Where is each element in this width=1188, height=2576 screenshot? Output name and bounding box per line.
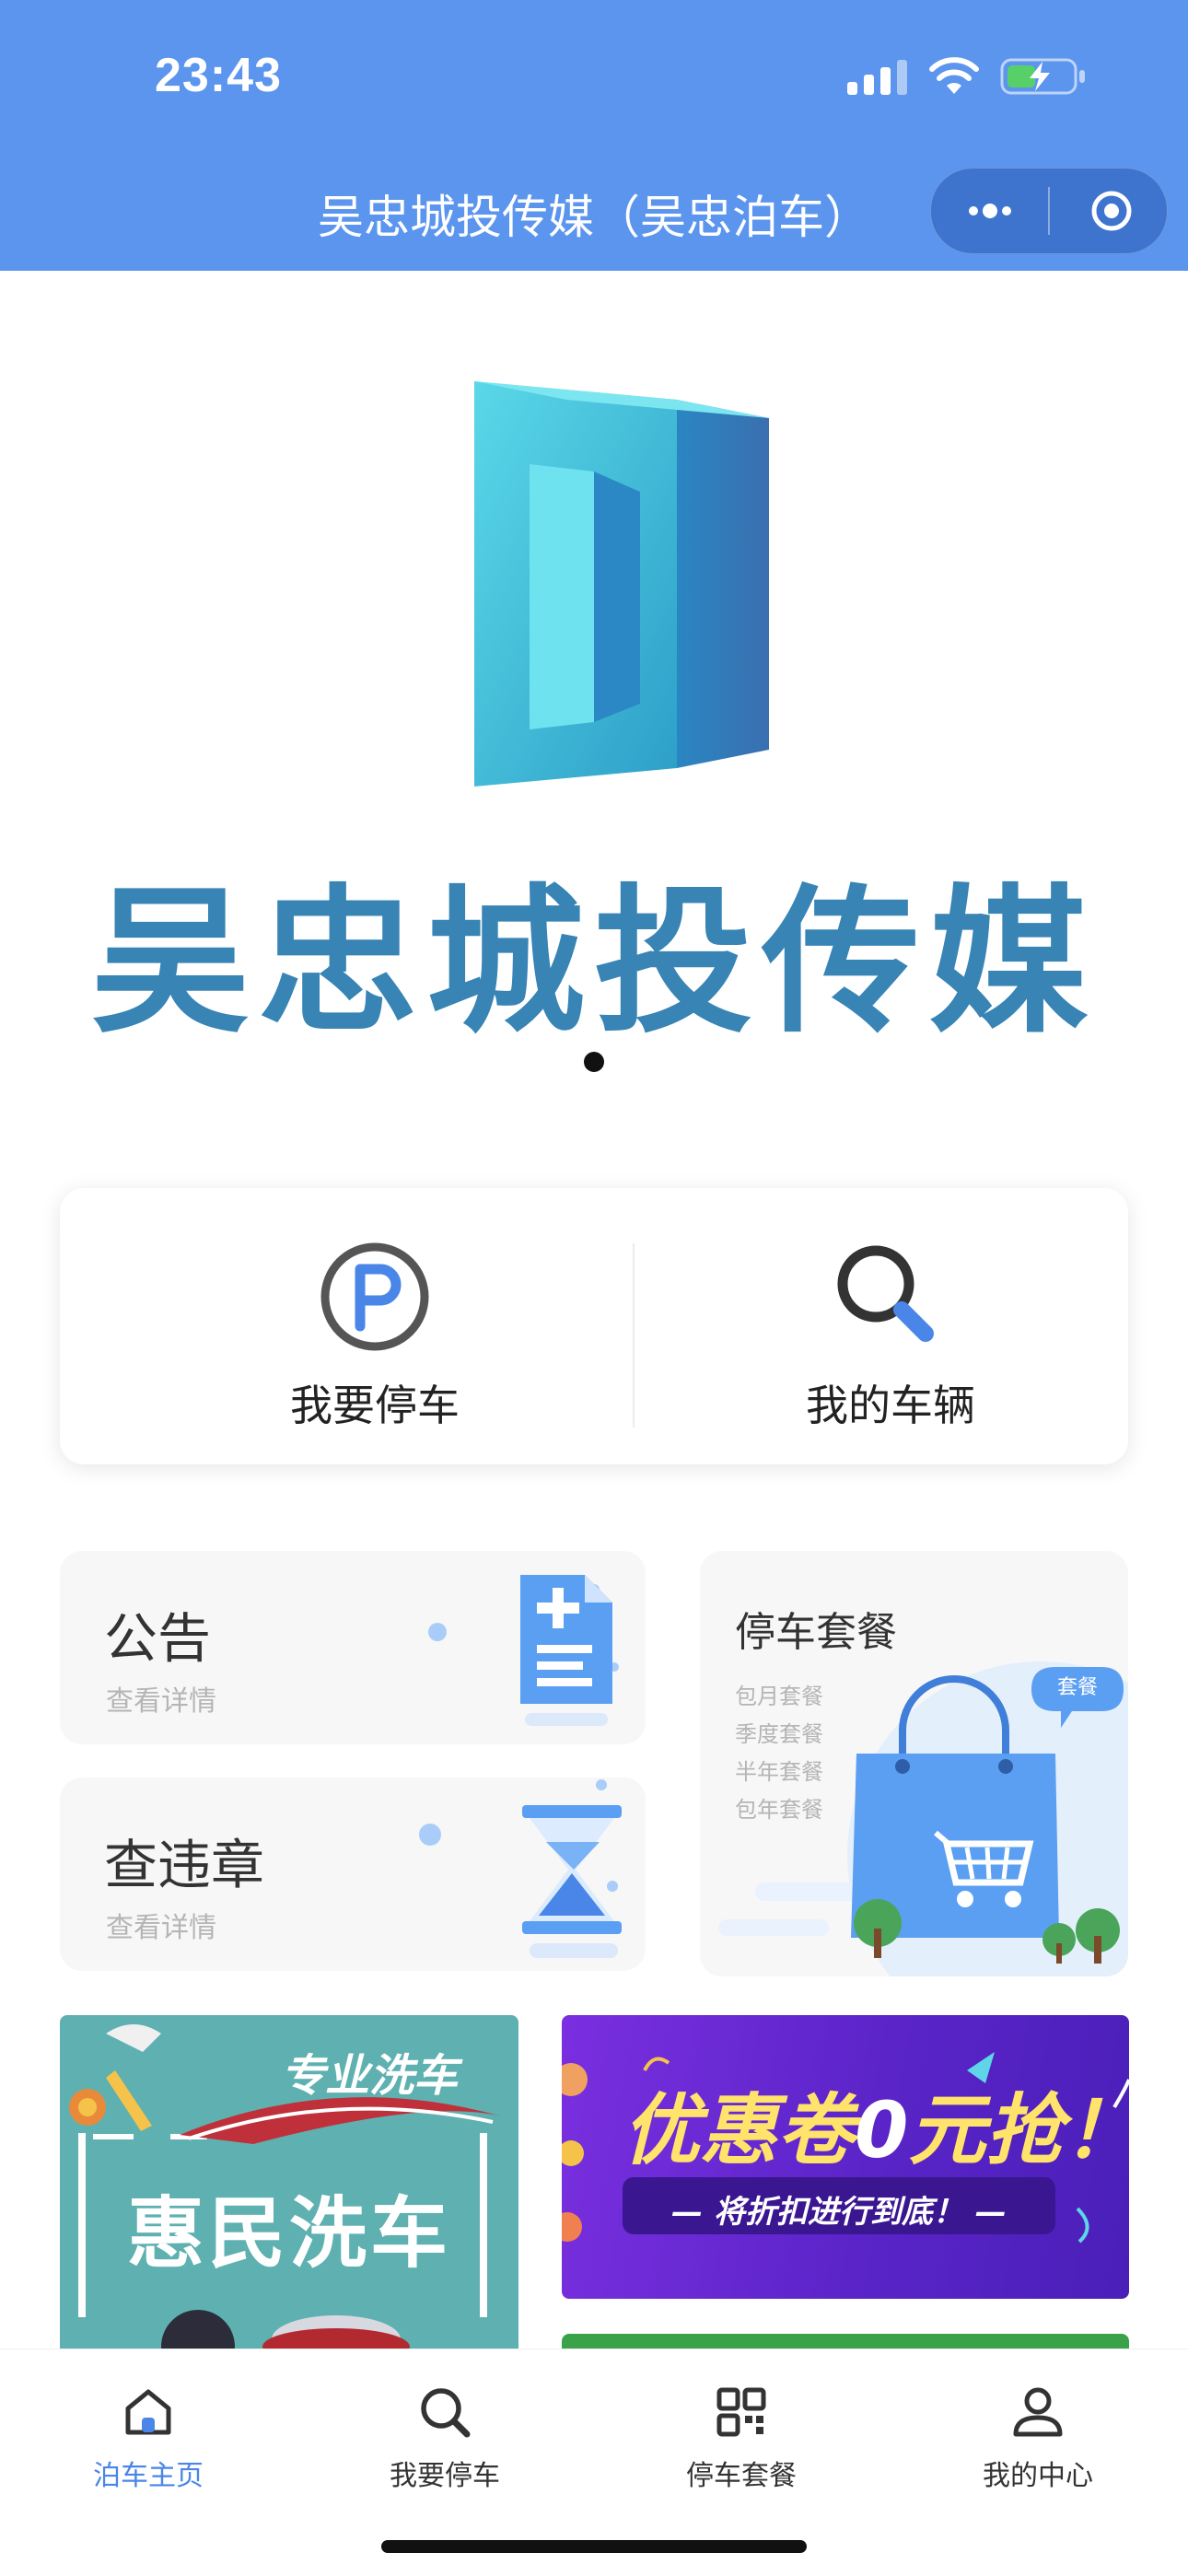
parking-p-icon [320, 1242, 429, 1351]
tab-packages-label: 停车套餐 [686, 2460, 797, 2492]
mini-program-capsule [930, 168, 1168, 254]
home-indicator[interactable] [381, 2540, 807, 2553]
tab-profile-label: 我的中心 [983, 2460, 1093, 2492]
search-icon [421, 2388, 471, 2438]
coupon-title-b: 0 [855, 2085, 909, 2175]
more-dots-icon[interactable] [964, 192, 1016, 229]
signal-icon [847, 60, 907, 95]
package-badge: 套餐 [1056, 1676, 1098, 1699]
3d-d-logo-icon [474, 381, 769, 787]
coupon-title-c: 元抢！ [908, 2085, 1129, 2175]
coupon-title-a: 优惠卷 [623, 2085, 856, 2175]
tile-notice-title: 公告 [104, 1607, 212, 1670]
quick-actions-card: 我要停车 我的车辆 [60, 1188, 1128, 1464]
tab-park[interactable]: 我要停车 [297, 2366, 593, 2495]
document-plus-icon [428, 1575, 619, 1726]
grid-icon [716, 2387, 766, 2437]
carwash-tag: 专业洗车 [281, 2050, 459, 2102]
quick-action-label: 我要停车 [290, 1381, 460, 1430]
tile-violation-title: 查违章 [104, 1834, 265, 1896]
carousel-dot-active[interactable] [584, 1052, 604, 1072]
banner-carousel[interactable]: 吴忠城投传媒 [0, 271, 1188, 1100]
tab-packages[interactable]: 停车套餐 [593, 2366, 890, 2495]
tab-park-label: 我要停车 [390, 2460, 500, 2492]
home-icon [125, 2389, 171, 2435]
target-icon[interactable] [1089, 189, 1134, 233]
coupon-title: 优惠卷0元抢！ [623, 2069, 1129, 2180]
quick-action-park[interactable]: 我要停车 [117, 1188, 633, 1464]
shopping-bag-icon [718, 1661, 1128, 1976]
wifi-icon [929, 57, 979, 94]
battery-charging-icon [1000, 58, 1085, 95]
nav-bar: 吴忠城投传媒（吴忠泊车） [0, 147, 1188, 271]
tab-home[interactable]: 泊车主页 [0, 2366, 297, 2495]
capsule-divider [1048, 187, 1050, 235]
status-time: 23:43 [155, 49, 282, 102]
promo-carwash[interactable]: 专业洗车 惠民洗车 [60, 2015, 518, 2356]
quick-action-my-vehicles[interactable]: 我的车辆 [633, 1188, 1148, 1464]
quick-action-label: 我的车辆 [806, 1381, 975, 1430]
promo-coupon[interactable]: 优惠卷0元抢！ — 将折扣进行到底！ — [562, 2015, 1129, 2299]
banner-logo-text: 吴忠城投传媒 [91, 869, 1097, 1055]
status-bar: 23:43 [0, 0, 1188, 147]
carwash-title: 惠民洗车 [126, 2188, 451, 2279]
hourglass-icon [419, 1779, 622, 1958]
tile-violation-sub: 查看详情 [106, 1912, 216, 1944]
tile-violation[interactable]: 查违章 查看详情 [60, 1778, 646, 1971]
tile-notice[interactable]: 公告 查看详情 [60, 1551, 646, 1744]
tab-profile[interactable]: 我的中心 [890, 2366, 1186, 2495]
tile-notice-sub: 查看详情 [106, 1685, 216, 1718]
tab-home-label: 泊车主页 [93, 2460, 204, 2492]
magnifier-icon [837, 1245, 934, 1342]
tile-package[interactable]: 停车套餐 包月套餐 季度套餐 半年套餐 包年套餐 套餐 [700, 1551, 1128, 1976]
status-icons [847, 53, 1087, 99]
user-icon [1013, 2387, 1063, 2437]
coupon-subtitle: — 将折扣进行到底！ — [671, 2194, 1007, 2231]
